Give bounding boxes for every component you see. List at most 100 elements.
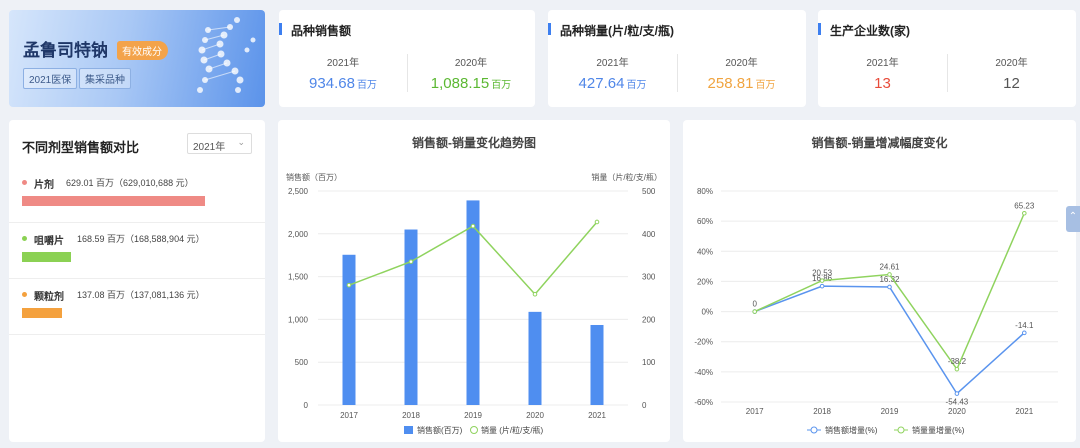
line-point [752,309,757,314]
left-tick-label: 0 [304,401,309,410]
line-point [470,223,476,229]
data-label: 65.23 [1014,201,1035,210]
bar [528,311,542,405]
right-tick-label: 500 [642,187,656,196]
line-point [887,272,892,277]
dosage-bar [22,308,62,318]
manufacturer-count-card: 生产企业数(家) 2021年 13 2020年 12 [818,10,1076,107]
sales-trend-chart: 销售额（百万） 销量（片/粒/支/瓶） 0 500 1,000 1,500 2,000 2,5… [286,172,662,435]
y-tick-label: -40% [694,368,713,377]
left-tick-label: 2,500 [288,187,309,196]
line-point [819,283,825,289]
bar [342,254,356,405]
legend-label: 销量 (片/粒/支/瓶) [481,425,544,435]
panel-title: 不同剂型销售额对比 [22,140,140,155]
line-point [346,282,352,288]
bar [590,324,604,405]
right-tick-label: 300 [642,273,656,282]
x-tick-label: 2019 [881,407,899,416]
y-tick-label: 20% [697,277,713,286]
card-title: 生产企业数(家) [818,23,910,38]
line-point [1022,210,1027,216]
legend-dot [22,180,27,185]
right-axis-label: 销量（片/粒/支/瓶） [591,172,662,182]
y-tick-label: 80% [697,187,713,196]
sales-trend-chart-card: 销售额-销量变化趋势图 销售额（百万） 销量（片/粒/支/瓶） 0 500 1,000 1… [278,120,670,442]
chevron-up-icon: ⌃ [1068,211,1078,222]
tag-procurement: 集采品种 [79,68,131,89]
dosage-value: 629.01 百万（629,010,688 元） [66,178,194,188]
stat-value: 1,088.15 [430,75,490,92]
line-point [594,219,600,225]
left-tick-label: 1,000 [288,315,309,324]
left-tick-label: 500 [295,358,309,367]
left-tick-label: 2,000 [288,230,309,239]
x-tick-label: 2017 [746,407,764,416]
stat-unit: 百万 [356,80,377,91]
product-hero-card: 孟鲁司特钠 有效成分 2021医保 集采品种 [9,10,265,107]
product-name: 孟鲁司特钠 [23,41,108,60]
data-label: -38.2 [948,357,967,366]
growth-rate-chart: -60% -40% -20% 0% 20% 40% 60% 80% 2017 2018 2019 20… [694,187,1058,435]
line-point [887,284,892,290]
x-tick-label: 2021 [1015,407,1033,416]
right-tick-label: 100 [642,358,656,367]
data-label: 20.53 [812,269,833,278]
data-label: -54.43 [946,398,969,407]
y-tick-label: 40% [697,247,713,256]
dosage-row: 咀嚼片 168.59 百万（168,588,904 元） [9,223,265,279]
stat-value: 12 [1003,75,1020,92]
stat-value: 934.68 [309,75,355,92]
dosage-value: 137.08 百万（137,081,136 元） [77,290,205,300]
growth-chart-card: 销售额-销量增减幅度变化 -60% -40% -20% 0% 20% 40% 60% 80% 2… [683,120,1076,442]
right-tick-label: 400 [642,230,656,239]
line-point [408,259,414,264]
y-tick-label: 0% [701,308,713,317]
y-tick-label: -20% [694,338,713,347]
right-tick-label: 0 [642,401,647,410]
dosage-form-panel: 不同剂型销售额对比 2021年 ⌄ 片剂 629.01 百万（629,010,68… [9,120,265,442]
year-select[interactable]: 2021年 ⌄ [187,133,252,154]
stat-unit: 百万 [755,80,776,91]
year-label: 2021年 [866,58,899,69]
legend-swatch [404,426,413,434]
sales-volume-card: 品种销量(片/粒/支/瓶) 2021年 427.64 百万 2020年 258.8… [548,10,806,107]
x-tick-label: 2020 [526,411,544,420]
sales-amount-card: 品种销售额 2021年 934.68 百万 2020年 1,088.15 百万 [278,10,535,107]
data-label: 24.61 [879,262,900,271]
dosage-value: 168.59 百万（168,588,904 元） [77,234,205,244]
x-tick-label: 2017 [340,411,358,420]
legend-swatch [810,426,818,434]
dosage-bar [22,252,71,262]
line-point [819,278,825,283]
tag-medical-insurance: 2021医保 [23,68,78,89]
y-tick-label: -60% [694,398,713,407]
dosage-name: 咀嚼片 [34,236,64,247]
x-tick-label: 2018 [813,407,831,416]
stat-unit: 百万 [491,80,512,91]
stat-value: 427.64 [578,75,625,92]
card-title: 品种销售额 [278,23,352,38]
right-tick-label: 200 [642,315,656,324]
line-point [532,291,538,297]
collapse-tab[interactable]: ⌃ [1066,206,1080,232]
year-label: 2021年 [596,58,629,69]
legend-label: 销售额(百万) [417,425,463,435]
line-point [954,366,960,372]
line-point [954,391,960,396]
year-label: 2021年 [326,58,360,69]
y-tick-label: 60% [697,217,713,226]
legend-swatch [897,426,905,434]
left-tick-label: 1,500 [288,273,309,282]
year-label: 2020年 [995,58,1028,69]
stat-value: 13 [874,75,891,92]
data-label: -14.1 [1015,321,1034,330]
chevron-down-icon: ⌄ [237,137,245,147]
year-select-value: 2021年 [193,142,226,153]
x-tick-label: 2019 [464,411,482,420]
dna-icon [197,17,256,93]
card-title: 品种销量(片/粒/支/瓶) [548,23,674,38]
data-label: 0 [752,300,757,309]
x-tick-label: 2021 [588,411,606,420]
series-line [754,285,1025,395]
